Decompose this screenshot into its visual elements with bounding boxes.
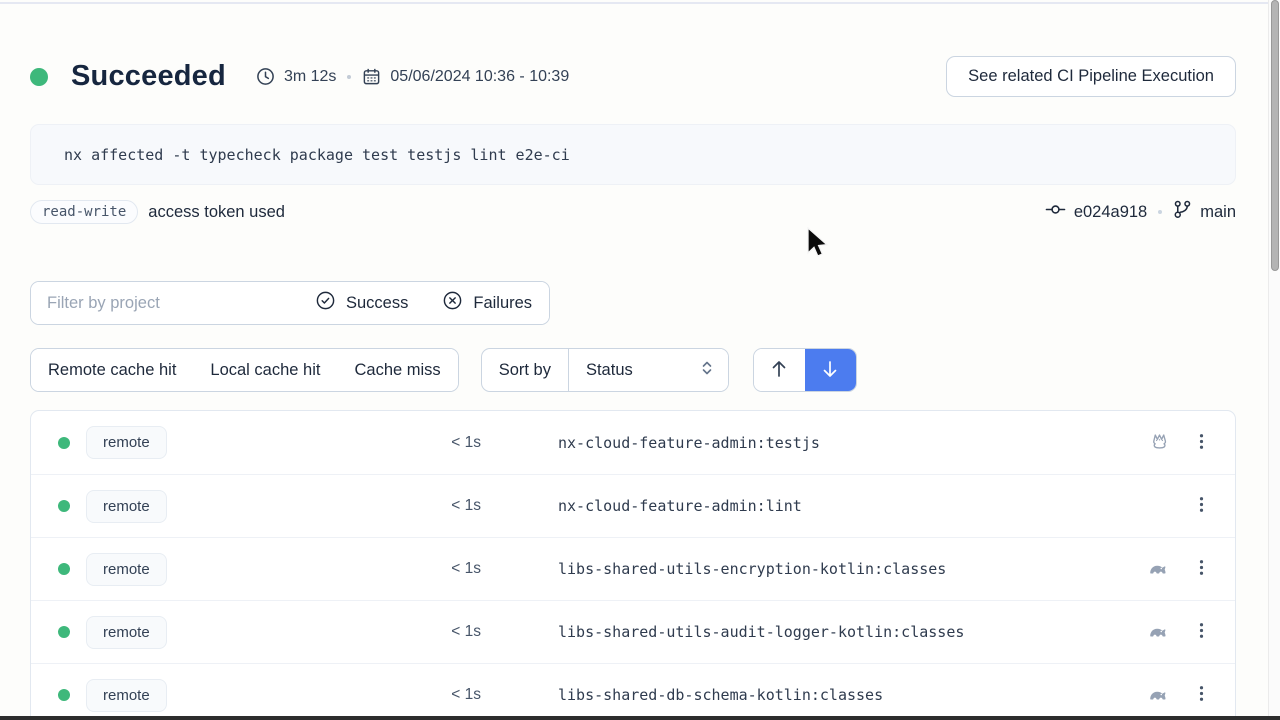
arrow-down-icon <box>820 359 840 382</box>
kebab-icon <box>1193 559 1210 579</box>
sort-field-select[interactable]: Status <box>568 349 728 391</box>
gradle-icon <box>1147 683 1171 707</box>
task-row[interactable]: remote < 1s nx-cloud-feature-admin:lint <box>31 474 1235 537</box>
filter-by-project-input[interactable] <box>31 282 298 324</box>
cache-source-badge: remote <box>86 553 167 586</box>
task-row[interactable]: remote < 1s libs-shared-utils-audit-logger… <box>31 600 1235 663</box>
remote-cache-hit-button[interactable]: Remote cache hit <box>31 349 193 391</box>
sort-ascending-button[interactable] <box>754 349 805 391</box>
row-menu-button[interactable] <box>1185 427 1217 459</box>
cache-miss-button[interactable]: Cache miss <box>337 349 457 391</box>
task-duration: < 1s <box>423 623 481 641</box>
task-status-dot <box>58 563 70 575</box>
task-name[interactable]: nx-cloud-feature-admin:testjs <box>558 434 820 452</box>
see-related-pipeline-button[interactable]: See related CI Pipeline Execution <box>946 56 1236 97</box>
task-duration: < 1s <box>423 434 481 452</box>
controls-row: Remote cache hit Local cache hit Cache m… <box>30 348 857 392</box>
task-row[interactable]: remote < 1s libs-shared-utils-encryption-k… <box>31 537 1235 600</box>
task-list: remote< 1snx-cloud-feature-admin:testjsr… <box>30 410 1236 720</box>
task-duration: < 1s <box>423 560 481 578</box>
jest-icon <box>1147 431 1171 455</box>
check-circle-icon <box>315 290 336 316</box>
cache-source-badge: remote <box>86 490 167 523</box>
cache-source-badge: remote <box>86 616 167 649</box>
x-circle-icon <box>442 290 463 316</box>
row-menu-button[interactable] <box>1185 490 1217 522</box>
sort-field-value: Status <box>586 361 633 380</box>
branch-ref[interactable]: main <box>1173 200 1236 224</box>
chevron-up-down-icon <box>699 360 715 381</box>
task-name[interactable]: libs-shared-db-schema-kotlin:classes <box>558 686 883 704</box>
clock-icon <box>256 67 275 86</box>
page-top-divider <box>0 2 1280 4</box>
commit-sha: e024a918 <box>1074 203 1147 222</box>
task-status-dot <box>58 437 70 449</box>
access-token-badge: read-write <box>30 200 138 224</box>
mouse-cursor <box>806 227 830 266</box>
arrow-up-icon <box>769 359 789 382</box>
kebab-icon <box>1193 496 1210 516</box>
failures-filter-label: Failures <box>473 294 532 313</box>
run-header: Succeeded 3m 12s 05/06/2024 10:36 - 10:3… <box>30 56 1236 97</box>
task-name[interactable]: nx-cloud-feature-admin:lint <box>558 497 802 515</box>
token-vcs-row: read-write access token used e024a918 ma… <box>30 199 1236 225</box>
cache-source-badge: remote <box>86 426 167 459</box>
cache-source-badge: remote <box>86 679 167 712</box>
run-date: 05/06/2024 10:36 - 10:39 <box>362 67 569 86</box>
sort-direction-group <box>753 348 857 392</box>
gradle-icon <box>1147 620 1171 644</box>
row-menu-button[interactable] <box>1185 679 1217 711</box>
branch-icon <box>1173 200 1192 224</box>
task-name[interactable]: libs-shared-utils-audit-logger-kotlin:cl… <box>558 623 964 641</box>
kebab-icon <box>1193 685 1210 705</box>
run-command-text: nx affected -t typecheck package test te… <box>64 146 570 164</box>
access-token-label: access token used <box>148 203 285 222</box>
success-filter-button[interactable]: Success <box>298 282 425 324</box>
task-name[interactable]: libs-shared-utils-encryption-kotlin:clas… <box>558 560 946 578</box>
vcs-info: e024a918 main <box>1045 199 1236 225</box>
row-menu-button[interactable] <box>1185 553 1217 585</box>
task-status-dot <box>58 626 70 638</box>
row-menu-button[interactable] <box>1185 616 1217 648</box>
bottom-bar <box>0 716 1280 720</box>
task-status-dot <box>58 500 70 512</box>
project-filter-group: Success Failures <box>30 281 550 325</box>
commit-ref[interactable]: e024a918 <box>1045 199 1147 225</box>
success-filter-label: Success <box>346 294 408 313</box>
run-status-dot <box>30 68 48 86</box>
task-row[interactable]: remote < 1s nx-cloud-feature-admin:testjs <box>31 411 1235 474</box>
kebab-icon <box>1193 433 1210 453</box>
run-duration: 3m 12s <box>256 67 336 86</box>
filter-row: Success Failures <box>30 281 550 325</box>
task-status-dot <box>58 689 70 701</box>
kebab-icon <box>1193 622 1210 642</box>
task-row[interactable]: remote < 1s libs-shared-db-schema-kotlin:c… <box>31 663 1235 720</box>
task-duration: < 1s <box>423 497 481 515</box>
branch-name: main <box>1200 203 1236 222</box>
sort-by-label: Sort by <box>482 349 568 391</box>
page-title: Succeeded <box>71 60 226 93</box>
separator-dot <box>347 75 351 79</box>
page-scrollbar[interactable] <box>1268 0 1280 720</box>
duration-text: 3m 12s <box>284 68 336 86</box>
local-cache-hit-button[interactable]: Local cache hit <box>193 349 337 391</box>
calendar-icon <box>362 67 381 86</box>
commit-icon <box>1045 199 1066 225</box>
failures-filter-button[interactable]: Failures <box>425 282 549 324</box>
cache-filter-group: Remote cache hit Local cache hit Cache m… <box>30 348 459 392</box>
sort-group: Sort by Status <box>481 348 729 392</box>
date-range-text: 05/06/2024 10:36 - 10:39 <box>390 68 569 86</box>
scrollbar-thumb[interactable] <box>1271 0 1279 271</box>
sort-descending-button[interactable] <box>805 349 856 391</box>
run-command-block: nx affected -t typecheck package test te… <box>30 124 1236 185</box>
task-duration: < 1s <box>423 686 481 704</box>
gradle-icon <box>1147 557 1171 581</box>
separator-dot <box>1158 210 1162 214</box>
